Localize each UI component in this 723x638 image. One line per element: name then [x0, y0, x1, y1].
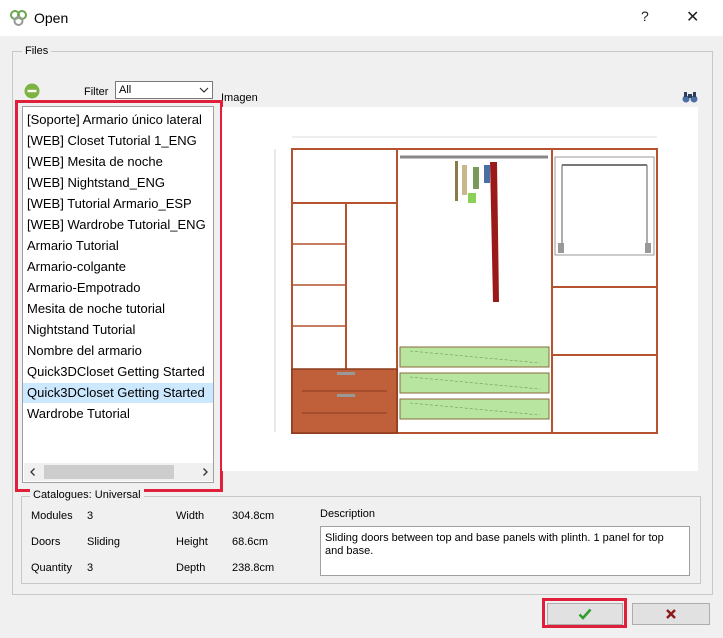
list-item[interactable]: [Soporte] Armario único lateral: [23, 110, 213, 130]
x-icon: [666, 609, 676, 619]
description-label: Description: [320, 508, 376, 520]
qc-app-icon: [10, 10, 27, 26]
horizontal-scrollbar[interactable]: [24, 463, 213, 481]
catalogue-group-label: Catalogues: Universal: [30, 489, 144, 501]
list-item[interactable]: [WEB] Tutorial Armario_ESP: [23, 194, 213, 214]
help-button[interactable]: ?: [641, 8, 649, 24]
description-text: Sliding doors between top and base panel…: [320, 526, 690, 576]
files-group-label: Files: [22, 45, 52, 57]
list-item[interactable]: Nombre del armario: [23, 341, 213, 361]
wardrobe-drawing: [274, 136, 658, 434]
height-value: 68.6cm: [232, 536, 269, 548]
modules-value: 3: [87, 510, 94, 522]
depth-label: Depth: [176, 562, 206, 574]
list-item[interactable]: Armario-colgante: [23, 257, 213, 277]
chevron-down-icon: [199, 87, 209, 93]
checkmark-icon: [578, 608, 592, 620]
list-item[interactable]: Armario-Empotrado: [23, 278, 213, 298]
title-bar: Open ? ✕: [0, 0, 723, 36]
remove-circle-icon[interactable]: [24, 83, 40, 99]
list-item[interactable]: [WEB] Nightstand_ENG: [23, 173, 213, 193]
doors-label: Doors: [31, 536, 61, 548]
scrollbar-thumb[interactable]: [44, 465, 174, 479]
filter-value: All: [119, 84, 132, 96]
doors-value: Sliding: [87, 536, 121, 548]
chevron-right-icon[interactable]: [200, 467, 210, 477]
list-item[interactable]: Mesita de noche tutorial: [23, 299, 213, 319]
chevron-left-icon[interactable]: [28, 467, 38, 477]
file-list[interactable]: [Soporte] Armario único lateral [WEB] Cl…: [22, 106, 214, 483]
list-item[interactable]: Armario Tutorial: [23, 236, 213, 256]
list-item[interactable]: [WEB] Mesita de noche: [23, 152, 213, 172]
height-label: Height: [176, 536, 208, 548]
list-item[interactable]: Wardrobe Tutorial: [23, 404, 213, 424]
filter-dropdown[interactable]: All: [115, 81, 213, 99]
list-item[interactable]: Quick3DCloset Getting Started: [23, 362, 213, 382]
depth-value: 238.8cm: [232, 562, 275, 574]
quantity-label: Quantity: [31, 562, 72, 574]
preview-image: [222, 107, 698, 471]
list-item[interactable]: Nightstand Tutorial: [23, 320, 213, 340]
close-button[interactable]: ✕: [686, 7, 699, 27]
window-title: Open: [34, 10, 69, 26]
ok-button[interactable]: [547, 603, 623, 625]
modules-label: Modules: [31, 510, 73, 522]
width-label: Width: [176, 510, 205, 522]
cancel-button[interactable]: [632, 603, 710, 625]
filter-label: Filter: [84, 86, 109, 98]
list-item[interactable]: [WEB] Closet Tutorial 1_ENG: [23, 131, 213, 151]
binoculars-icon[interactable]: [682, 91, 698, 103]
list-item-selected[interactable]: Quick3DCloset Getting Started: [23, 383, 213, 403]
image-label: Imagen: [221, 92, 258, 104]
list-item[interactable]: [WEB] Wardrobe Tutorial_ENG: [23, 215, 213, 235]
quantity-value: 3: [87, 562, 94, 574]
width-value: 304.8cm: [232, 510, 275, 522]
